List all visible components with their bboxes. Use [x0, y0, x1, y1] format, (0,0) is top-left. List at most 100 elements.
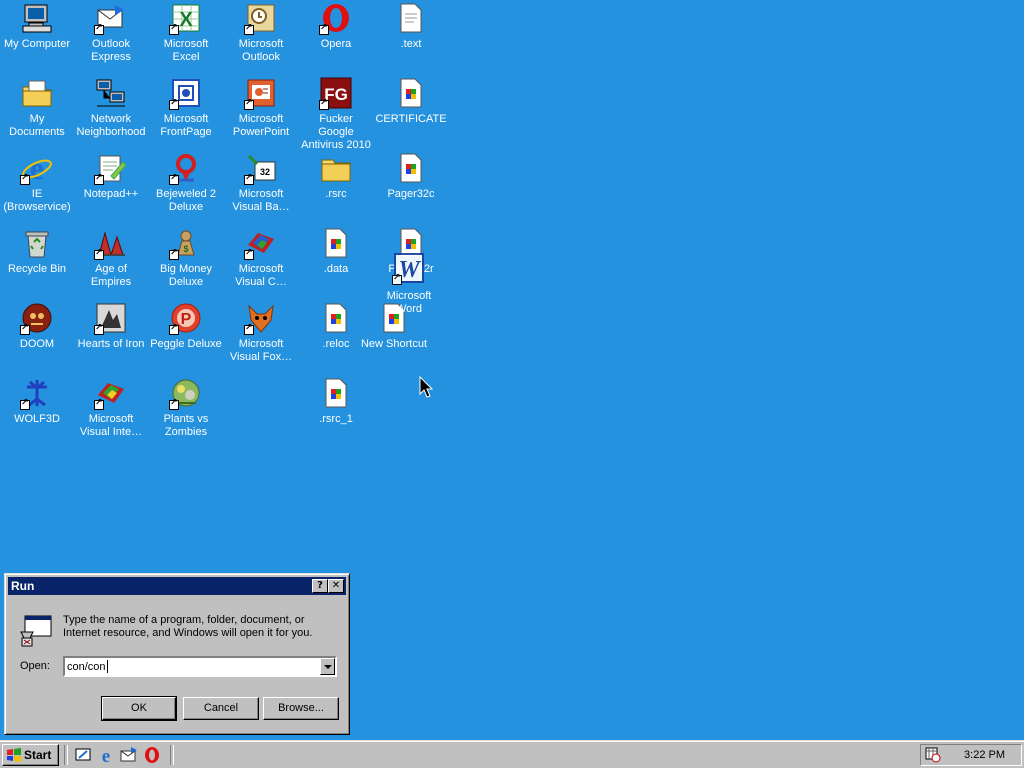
desktop-icon-big-money[interactable]: $ Big Money Deluxe: [149, 225, 223, 289]
file-icon: [320, 227, 352, 259]
desktop-icon-visual-c[interactable]: Microsoft Visual C…: [224, 225, 298, 289]
ie-icon[interactable]: e: [97, 746, 115, 764]
desktop-icon-antivirus[interactable]: FG Fucker Google Antivirus 2010: [299, 75, 373, 152]
open-input[interactable]: con/con: [67, 661, 106, 673]
desktop-icon-ie[interactable]: e IE (Browservice): [0, 150, 74, 214]
shortcut-arrow-icon: [94, 23, 104, 35]
desktop-icon-plants-vs-zombies[interactable]: Plants vs Zombies: [149, 375, 223, 439]
desktop-icon-label: Microsoft Visual Ba…: [232, 188, 290, 213]
shortcut-arrow-icon: [244, 248, 254, 260]
file-icon: [320, 302, 352, 334]
desktop-icon-label: Peggle Deluxe: [150, 338, 222, 350]
run-dialog-titlebar[interactable]: Run ? ✕: [8, 577, 346, 595]
plants-vs-zombies-icon: [169, 377, 202, 410]
desktop-icon-label: .data: [323, 263, 349, 275]
open-combobox[interactable]: con/con: [63, 656, 337, 677]
system-tray: 3:22 PM: [920, 744, 1022, 766]
desktop-icon-label: Bejeweled 2 Deluxe: [156, 188, 216, 213]
desktop-icon-label: Hearts of Iron: [77, 338, 145, 350]
desktop-icon-opera[interactable]: Opera: [299, 0, 373, 51]
desktop-icon-outlook-express[interactable]: Outlook Express: [74, 0, 148, 64]
windows-logo-icon: [7, 748, 21, 762]
desktop-icon-visual-basic[interactable]: 32 Microsoft Visual Ba…: [224, 150, 298, 214]
desktop-icon-label: Microsoft Excel: [163, 38, 209, 63]
run-dialog-title: Run: [11, 579, 35, 593]
age-of-empires-icon: [94, 227, 127, 260]
desktop-icon-label: Recycle Bin: [7, 263, 67, 275]
desktop-icon-outlook[interactable]: Microsoft Outlook: [224, 0, 298, 64]
shortcut-arrow-icon: [94, 173, 104, 185]
clock[interactable]: 3:22 PM: [964, 749, 1005, 761]
mouse-cursor-icon: [419, 376, 433, 398]
desktop-icon-visual-interdev[interactable]: Microsoft Visual Inte…: [74, 375, 148, 439]
start-label: Start: [24, 748, 52, 762]
cancel-button[interactable]: Cancel: [183, 697, 259, 720]
desktop-icon-label: Fucker Google Antivirus 2010: [301, 113, 371, 151]
desktop-icon-text-file[interactable]: .text: [374, 0, 448, 51]
desktop-icon-certificate[interactable]: CERTIFICATE: [374, 75, 448, 126]
start-button[interactable]: Start: [2, 744, 59, 766]
taskbar: Start e 3:22 PM: [0, 740, 1024, 768]
doom-icon: [20, 302, 53, 335]
desktop-icon-notepad-plus-plus[interactable]: Notepad++: [74, 150, 148, 201]
desktop-icon-data-file[interactable]: .data: [299, 225, 373, 276]
desktop-icon-label: IE (Browservice): [3, 188, 71, 213]
shortcut-arrow-icon: [244, 173, 254, 185]
shortcut-arrow-icon: [20, 173, 30, 185]
scheduler-icon[interactable]: [925, 747, 941, 763]
notepad-icon: [94, 152, 127, 185]
desktop-icon-my-computer[interactable]: My Computer: [0, 0, 74, 51]
show-desktop-icon[interactable]: [74, 746, 92, 764]
desktop-icon-rsrc-folder[interactable]: .rsrc: [299, 150, 373, 201]
shortcut-arrow-icon: [169, 23, 179, 35]
ok-button[interactable]: OK: [101, 696, 177, 721]
desktop-icon-doom[interactable]: DOOM: [0, 300, 74, 351]
desktop-icon-pager32c[interactable]: Pager32c: [374, 150, 448, 201]
browse-button[interactable]: Browse...: [263, 697, 339, 720]
desktop-icon-label: Microsoft Word: [386, 290, 432, 315]
chevron-down-icon[interactable]: [320, 658, 335, 675]
desktop-icon-excel[interactable]: X Microsoft Excel: [149, 0, 223, 64]
ie-icon: e: [20, 152, 53, 185]
desktop-icon-label: Network Neighborhood: [76, 113, 146, 138]
taskbar-separator: [170, 745, 174, 765]
desktop-icon-wolf3d[interactable]: WOLF3D: [0, 375, 74, 426]
desktop-icon-recycle-bin[interactable]: Recycle Bin: [0, 225, 74, 276]
open-label: Open:: [20, 660, 50, 672]
desktop-icon-visual-foxpro[interactable]: Microsoft Visual Fox…: [224, 300, 298, 364]
desktop-icon-age-of-empires[interactable]: Age of Empires: [74, 225, 148, 289]
desktop-icon-label: WOLF3D: [14, 413, 60, 425]
shortcut-arrow-icon: [20, 398, 30, 410]
antivirus-icon: FG: [319, 77, 352, 110]
hearts-of-iron-icon: [94, 302, 127, 335]
desktop-icon-label: Age of Empires: [90, 263, 132, 288]
wolf3d-icon: [20, 377, 53, 410]
opera-icon[interactable]: [143, 746, 161, 764]
shortcut-arrow-icon: [94, 398, 104, 410]
desktop-icon-label: Notepad++: [83, 188, 139, 200]
folder-documents-icon: [21, 77, 53, 109]
outlook-icon: [244, 2, 277, 35]
desktop-icon-network-neighborhood[interactable]: Network Neighborhood: [74, 75, 148, 139]
shortcut-arrow-icon: [94, 323, 104, 335]
svg-text:P: P: [181, 311, 192, 328]
outlook-express-icon[interactable]: [120, 746, 138, 764]
desktop-icon-rsrc-1-file[interactable]: .rsrc_1: [299, 375, 373, 426]
desktop-icon-label: DOOM: [19, 338, 55, 350]
desktop-icon-label: Opera: [320, 38, 352, 50]
folder-icon: [320, 152, 352, 184]
dragging-word-shortcut[interactable]: W Microsoft Word: [374, 252, 444, 316]
desktop-icon-bejeweled[interactable]: Bejeweled 2 Deluxe: [149, 150, 223, 214]
desktop-icon-hearts-of-iron[interactable]: Hearts of Iron: [74, 300, 148, 351]
help-button[interactable]: ?: [312, 579, 328, 593]
desktop-icon-my-documents[interactable]: My Documents: [0, 75, 74, 139]
desktop-icon-frontpage[interactable]: Microsoft FrontPage: [149, 75, 223, 139]
shortcut-arrow-icon: [392, 273, 402, 285]
close-button[interactable]: ✕: [328, 579, 344, 593]
visual-foxpro-icon: [244, 302, 277, 335]
desktop-icon-peggle[interactable]: P Peggle Deluxe: [149, 300, 223, 351]
desktop-icon-powerpoint[interactable]: Microsoft PowerPoint: [224, 75, 298, 139]
desktop-icon-label: Pager32c: [387, 188, 435, 200]
desktop-icon-label: .text: [400, 38, 422, 50]
shortcut-arrow-icon: [169, 398, 179, 410]
